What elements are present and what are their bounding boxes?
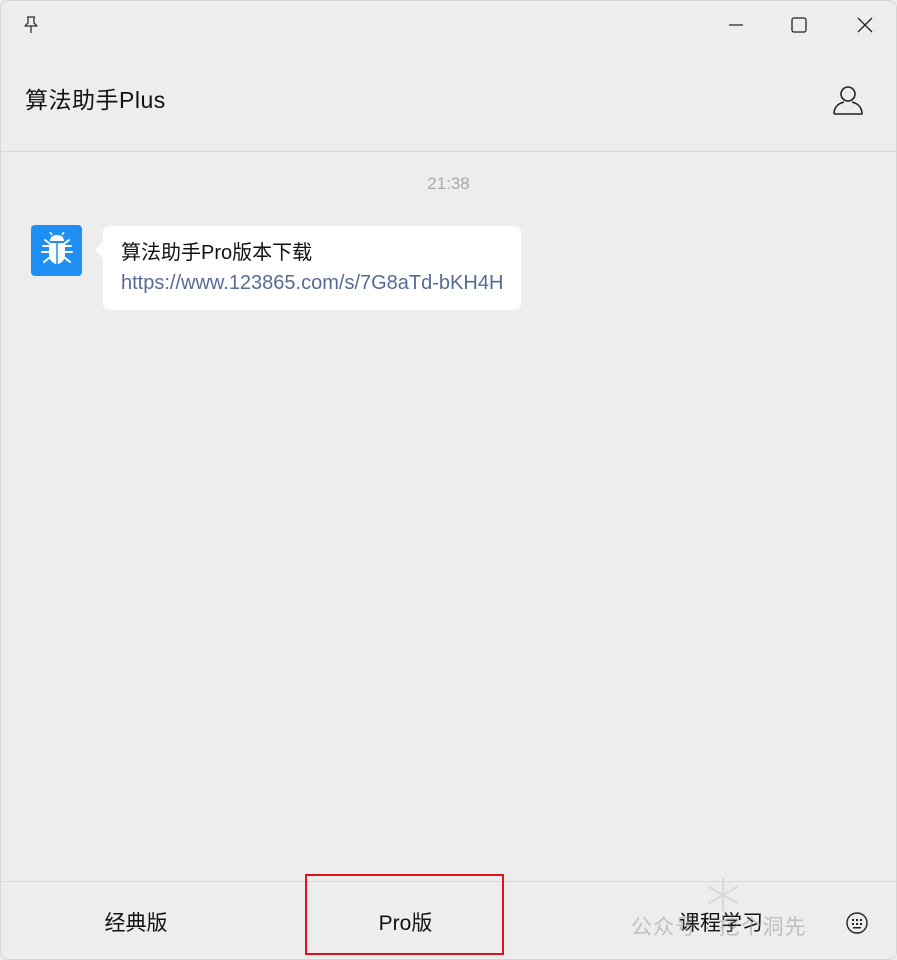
bottom-menu: 经典版 Pro版 课程学习 bbox=[1, 881, 896, 959]
pin-icon[interactable] bbox=[19, 13, 43, 37]
message-link[interactable]: https://www.123865.com/s/7G8aTd-bKH4H bbox=[121, 268, 503, 298]
message-text: 算法助手Pro版本下载 bbox=[121, 242, 313, 264]
bug-icon bbox=[40, 231, 73, 264]
chat-window: 算法助手Plus 21:38 算法助手Pro版本下载 https://www.1… bbox=[0, 0, 897, 960]
keyboard-icon[interactable] bbox=[843, 909, 871, 937]
message-bubble[interactable]: 算法助手Pro版本下载 https://www.123865.com/s/7G8… bbox=[94, 226, 522, 310]
menu-item-classic[interactable]: 经典版 bbox=[1, 882, 271, 959]
minimize-icon[interactable] bbox=[722, 11, 750, 39]
title-bar bbox=[1, 1, 896, 49]
chat-title: 算法助手Plus bbox=[25, 87, 166, 113]
profile-icon[interactable] bbox=[832, 83, 864, 117]
maximize-icon[interactable] bbox=[785, 11, 813, 39]
close-icon[interactable] bbox=[851, 11, 879, 39]
sender-avatar[interactable] bbox=[31, 225, 82, 276]
menu-item-pro[interactable]: Pro版 bbox=[305, 882, 506, 959]
message-list: 21:38 算法助手Pro版本下载 https://www.123865.com… bbox=[1, 152, 896, 881]
chat-header: 算法助手Plus bbox=[1, 49, 896, 152]
message-timestamp: 21:38 bbox=[427, 174, 470, 193]
menu-item-courses[interactable]: 课程学习 bbox=[611, 882, 831, 959]
